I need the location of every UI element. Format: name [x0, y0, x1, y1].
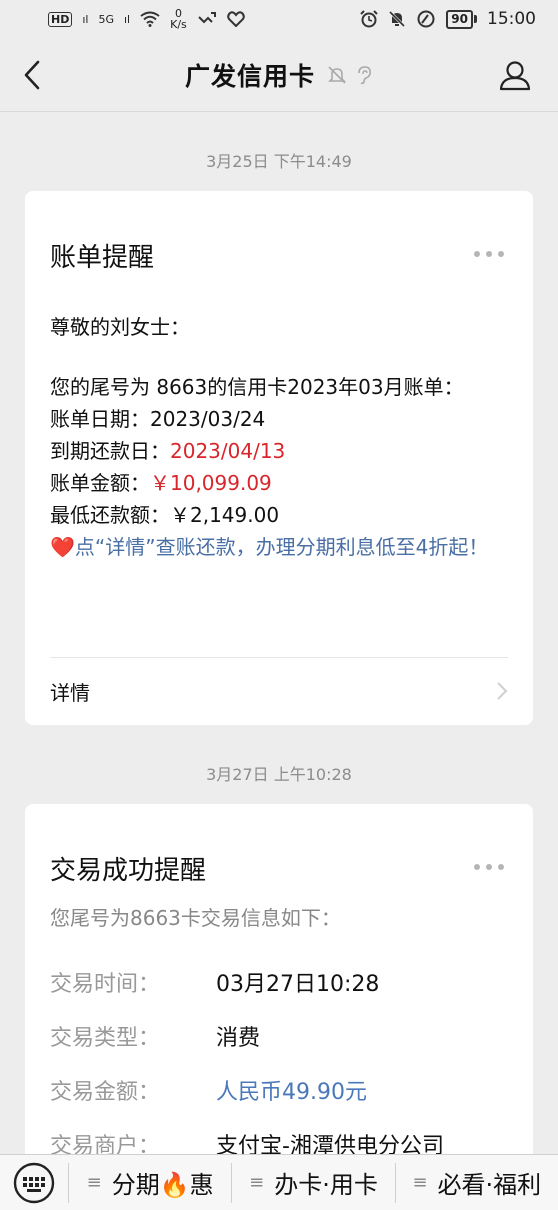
bill-date-row: 账单日期：2023/03/24 — [50, 403, 515, 435]
card-title: 账单提醒 — [50, 243, 155, 273]
menu-item-card-services[interactable]: ≡ 办卡·用卡 — [231, 1162, 394, 1203]
menu-item-benefits[interactable]: ≡ 必看·福利 — [394, 1162, 558, 1203]
status-left: HD ıl 5G ıl 0 K/s — [48, 8, 245, 30]
link-heart-icon — [226, 11, 245, 27]
bill-reminder-card[interactable]: 账单提醒 尊敬的刘女士： 您的尾号为 8663的信用卡2023年03月账单： 账… — [25, 191, 533, 725]
menu-bars-icon: ≡ — [249, 1172, 265, 1193]
network-5g-label: 5G — [98, 12, 114, 26]
menu-bars-icon: ≡ — [86, 1172, 102, 1193]
status-bar: HD ıl 5G ıl 0 K/s 90 15:00 — [0, 0, 558, 38]
details-label: 详情 — [50, 680, 90, 705]
bill-amount-row: 账单金额：￥10,099.09 — [50, 467, 515, 499]
menu-item-installments[interactable]: ≡ 分期🔥惠 — [68, 1162, 231, 1203]
min-payment-row: 最低还款额：￥2,149.00 — [50, 499, 515, 531]
header-status-icons — [327, 65, 373, 85]
chevron-right-icon — [497, 682, 508, 700]
bill-card-line: 您的尾号为 8663的信用卡2023年03月账单： — [50, 375, 464, 399]
transaction-type-row: 交易类型： 消费 — [50, 1020, 260, 1052]
hd-badge: HD — [48, 11, 73, 27]
row-label: 交易金额： — [50, 1080, 161, 1105]
more-dots-icon[interactable] — [473, 249, 505, 259]
ear-icon — [358, 65, 371, 84]
row-label: 交易类型： — [50, 1026, 161, 1051]
menu-item-label: 分期🔥惠 — [111, 1171, 214, 1199]
net-speed-unit: K/s — [170, 18, 187, 31]
keyboard-toggle-button[interactable] — [0, 1155, 68, 1210]
menu-item-label: 办卡·用卡 — [274, 1171, 378, 1199]
transaction-intro: 您尾号为8663卡交易信息如下： — [50, 906, 341, 930]
transaction-card[interactable]: 交易成功提醒 您尾号为8663卡交易信息如下： 交易时间： 03月27日10:2… — [25, 804, 533, 1204]
signal-icon: ıl — [82, 12, 89, 26]
card-title-2: 交易成功提醒 — [50, 856, 207, 886]
min-payment-label: 最低还款额： — [50, 503, 170, 527]
battery-level: 90 — [446, 9, 473, 29]
due-date-value: 2023/04/13 — [170, 439, 286, 463]
row-label: 交易时间： — [50, 972, 161, 997]
signal-icon-2: ıl — [124, 12, 131, 26]
missed-call-icon — [198, 12, 216, 24]
service-menu-bar: ≡ 分期🔥惠 ≡ 办卡·用卡 ≡ 必看·福利 — [0, 1154, 558, 1210]
transaction-time-row: 交易时间： 03月27日10:28 — [50, 966, 379, 998]
promo-text: ❤️点“详情”查账还款，办理分期利息低至4折起！ — [50, 531, 515, 563]
wifi-icon — [140, 11, 160, 27]
bill-date-label: 账单日期： — [50, 407, 150, 431]
alarm-icon — [360, 10, 379, 28]
promo-label: 点“详情”查账还款，办理分期利息低至4折起！ — [74, 535, 489, 559]
silent-bell-icon — [389, 10, 406, 28]
net-speed: 0 K/s — [170, 8, 187, 30]
greeting: 尊敬的刘女士： — [50, 315, 190, 339]
bill-amount-label: 账单金额： — [50, 471, 150, 495]
menu-bars-icon: ≡ — [412, 1172, 428, 1193]
bill-date-value: 2023/03/24 — [150, 407, 266, 431]
details-link[interactable]: 详情 — [50, 658, 508, 724]
clock: 15:00 — [487, 9, 536, 29]
due-date-row: 到期还款日：2023/04/13 — [50, 435, 515, 467]
row-value: 消费 — [216, 1026, 261, 1051]
message-timestamp: 3月25日 下午14:49 — [206, 152, 352, 171]
profile-icon[interactable] — [498, 58, 532, 92]
nfc-icon — [417, 10, 435, 28]
menu-item-label: 必看·福利 — [437, 1171, 542, 1199]
min-payment-value: ￥2,149.00 — [170, 503, 280, 527]
more-dots-icon-2[interactable] — [473, 862, 505, 872]
due-date-label: 到期还款日： — [50, 439, 170, 463]
heart-icon: ❤️ — [50, 535, 75, 559]
row-value: 人民币49.90元 — [216, 1080, 367, 1105]
page-title: 广发信用卡 — [184, 61, 315, 91]
mute-bell-icon — [328, 65, 346, 84]
message-timestamp-2: 3月27日 上午10:28 — [206, 765, 352, 784]
card-body: 尊敬的刘女士： 您的尾号为 8663的信用卡2023年03月账单： 账单日期：2… — [50, 311, 515, 563]
bill-amount-value: ￥10,099.09 — [150, 471, 272, 495]
back-arrow-icon[interactable] — [18, 58, 48, 92]
transaction-amount-row: 交易金额： 人民币49.90元 — [50, 1074, 367, 1106]
status-right: 90 15:00 — [360, 9, 536, 29]
keyboard-icon — [13, 1162, 55, 1203]
battery-indicator: 90 — [446, 9, 477, 29]
battery-nub — [474, 15, 477, 23]
row-value: 03月27日10:28 — [216, 972, 380, 997]
chat-header: 广发信用卡 — [0, 38, 558, 112]
